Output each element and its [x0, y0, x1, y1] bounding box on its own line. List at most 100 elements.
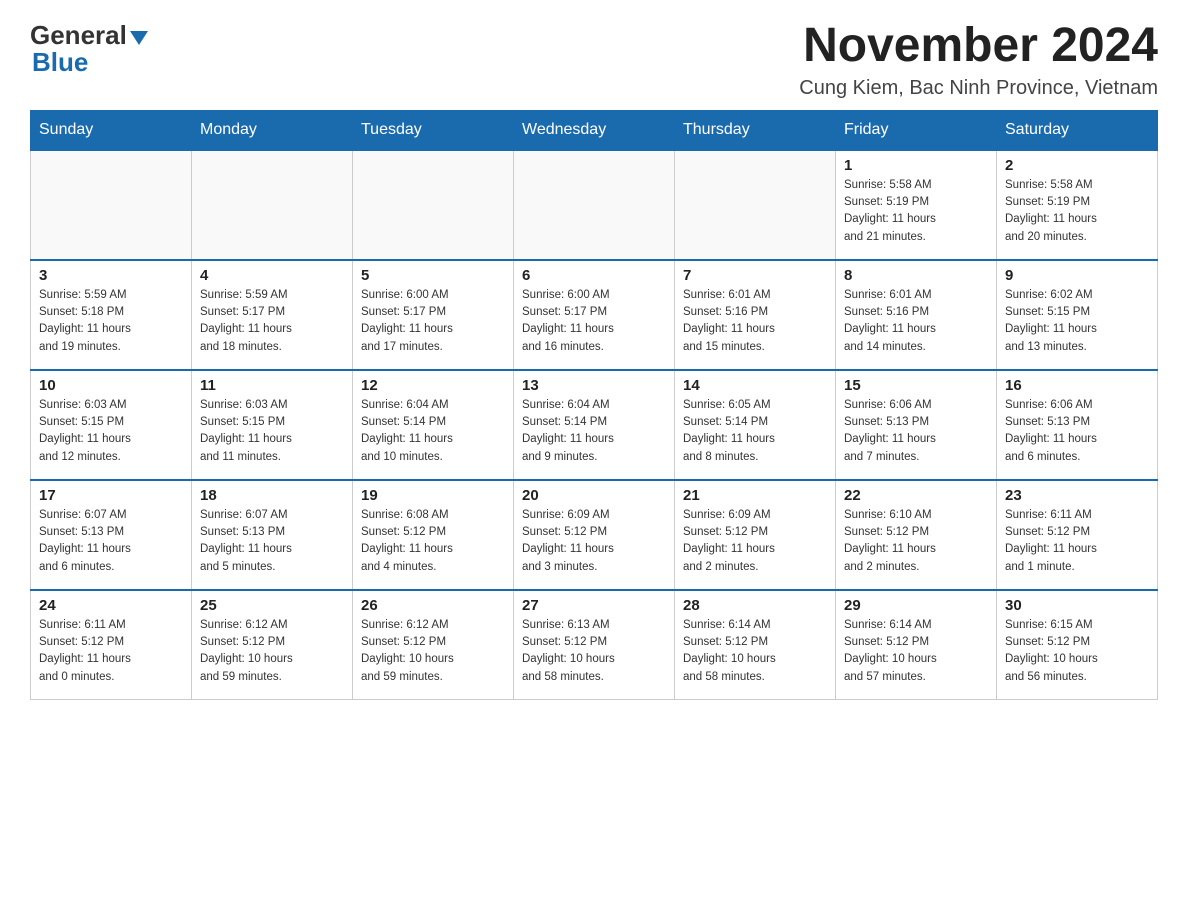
day-info: Sunrise: 6:09 AM Sunset: 5:12 PM Dayligh…	[522, 507, 666, 576]
calendar-cell: 2Sunrise: 5:58 AM Sunset: 5:19 PM Daylig…	[997, 150, 1158, 260]
day-number: 10	[39, 377, 183, 394]
calendar-day-header: Sunday	[31, 110, 192, 150]
calendar-cell	[675, 150, 836, 260]
day-number: 25	[200, 597, 344, 614]
calendar-week-row: 10 Sunrise: 6:03 AM Sunset: 5:15 PM Dayli…	[31, 370, 1158, 480]
calendar-cell	[514, 150, 675, 260]
calendar-cell	[192, 150, 353, 260]
day-number: 16	[1005, 377, 1149, 394]
calendar-cell: 6 Sunrise: 6:00 AM Sunset: 5:17 PM Daylig…	[514, 260, 675, 370]
day-info: Sunrise: 6:14 AM Sunset: 5:12 PM Dayligh…	[844, 617, 988, 686]
day-number: 19	[361, 487, 505, 504]
calendar-day-header: Wednesday	[514, 110, 675, 150]
day-info: Sunrise: 6:12 AM Sunset: 5:12 PM Dayligh…	[200, 617, 344, 686]
day-number: 27	[522, 597, 666, 614]
calendar-cell: 10 Sunrise: 6:03 AM Sunset: 5:15 PM Dayli…	[31, 370, 192, 480]
day-number: 14	[683, 377, 827, 394]
day-info: Sunrise: 6:12 AM Sunset: 5:12 PM Dayligh…	[361, 617, 505, 686]
day-info: Sunrise: 6:15 AM Sunset: 5:12 PM Dayligh…	[1005, 617, 1149, 686]
calendar-day-header: Tuesday	[353, 110, 514, 150]
calendar-subtitle: Cung Kiem, Bac Ninh Province, Vietnam	[799, 77, 1158, 100]
calendar-cell: 13Sunrise: 6:04 AM Sunset: 5:14 PM Dayli…	[514, 370, 675, 480]
day-number: 7	[683, 267, 827, 284]
day-info: Sunrise: 6:08 AM Sunset: 5:12 PM Dayligh…	[361, 507, 505, 576]
calendar-cell: 25 Sunrise: 6:12 AM Sunset: 5:12 PM Dayli…	[192, 590, 353, 700]
calendar-cell: 8 Sunrise: 6:01 AM Sunset: 5:16 PM Daylig…	[836, 260, 997, 370]
day-number: 3	[39, 267, 183, 284]
calendar-day-header: Thursday	[675, 110, 836, 150]
calendar-cell: 29 Sunrise: 6:14 AM Sunset: 5:12 PM Dayli…	[836, 590, 997, 700]
calendar-cell	[31, 150, 192, 260]
day-number: 1	[844, 157, 988, 174]
day-number: 17	[39, 487, 183, 504]
calendar-day-header: Monday	[192, 110, 353, 150]
day-info: Sunrise: 6:10 AM Sunset: 5:12 PM Dayligh…	[844, 507, 988, 576]
day-info: Sunrise: 6:04 AM Sunset: 5:14 PM Dayligh…	[361, 397, 505, 466]
calendar-week-row: 17 Sunrise: 6:07 AM Sunset: 5:13 PM Dayli…	[31, 480, 1158, 590]
day-number: 9	[1005, 267, 1149, 284]
day-number: 18	[200, 487, 344, 504]
day-info: Sunrise: 5:59 AM Sunset: 5:17 PM Dayligh…	[200, 287, 344, 356]
day-info: Sunrise: 6:11 AM Sunset: 5:12 PM Dayligh…	[1005, 507, 1149, 576]
day-info: Sunrise: 6:03 AM Sunset: 5:15 PM Dayligh…	[200, 397, 344, 466]
calendar-cell: 21 Sunrise: 6:09 AM Sunset: 5:12 PM Dayli…	[675, 480, 836, 590]
calendar-cell: 27 Sunrise: 6:13 AM Sunset: 5:12 PM Dayli…	[514, 590, 675, 700]
calendar-header-row: SundayMondayTuesdayWednesdayThursdayFrid…	[31, 110, 1158, 150]
calendar-cell: 3Sunrise: 5:59 AM Sunset: 5:18 PM Daylig…	[31, 260, 192, 370]
day-number: 29	[844, 597, 988, 614]
title-area: November 2024 Cung Kiem, Bac Ninh Provin…	[799, 20, 1158, 100]
day-info: Sunrise: 6:05 AM Sunset: 5:14 PM Dayligh…	[683, 397, 827, 466]
day-number: 22	[844, 487, 988, 504]
calendar-week-row: 1 Sunrise: 5:58 AM Sunset: 5:19 PM Daylig…	[31, 150, 1158, 260]
day-number: 5	[361, 267, 505, 284]
day-info: Sunrise: 6:13 AM Sunset: 5:12 PM Dayligh…	[522, 617, 666, 686]
calendar-cell: 5 Sunrise: 6:00 AM Sunset: 5:17 PM Daylig…	[353, 260, 514, 370]
day-info: Sunrise: 6:01 AM Sunset: 5:16 PM Dayligh…	[683, 287, 827, 356]
calendar-cell: 17Sunrise: 6:07 AM Sunset: 5:13 PM Dayli…	[31, 480, 192, 590]
calendar-cell: 30Sunrise: 6:15 AM Sunset: 5:12 PM Dayli…	[997, 590, 1158, 700]
day-info: Sunrise: 5:58 AM Sunset: 5:19 PM Dayligh…	[844, 177, 988, 246]
day-number: 28	[683, 597, 827, 614]
logo-blue-text: Blue	[32, 47, 88, 78]
calendar-cell: 4Sunrise: 5:59 AM Sunset: 5:17 PM Daylig…	[192, 260, 353, 370]
calendar-day-header: Friday	[836, 110, 997, 150]
page-header: General Blue November 2024 Cung Kiem, Ba…	[30, 20, 1158, 100]
calendar-cell: 1 Sunrise: 5:58 AM Sunset: 5:19 PM Daylig…	[836, 150, 997, 260]
calendar-cell: 28 Sunrise: 6:14 AM Sunset: 5:12 PM Dayli…	[675, 590, 836, 700]
calendar-cell: 9 Sunrise: 6:02 AM Sunset: 5:15 PM Daylig…	[997, 260, 1158, 370]
day-info: Sunrise: 6:02 AM Sunset: 5:15 PM Dayligh…	[1005, 287, 1149, 356]
day-info: Sunrise: 6:03 AM Sunset: 5:15 PM Dayligh…	[39, 397, 183, 466]
day-info: Sunrise: 6:11 AM Sunset: 5:12 PM Dayligh…	[39, 617, 183, 686]
day-info: Sunrise: 6:00 AM Sunset: 5:17 PM Dayligh…	[361, 287, 505, 356]
calendar-week-row: 3Sunrise: 5:59 AM Sunset: 5:18 PM Daylig…	[31, 260, 1158, 370]
calendar-cell: 18 Sunrise: 6:07 AM Sunset: 5:13 PM Dayli…	[192, 480, 353, 590]
day-info: Sunrise: 6:07 AM Sunset: 5:13 PM Dayligh…	[200, 507, 344, 576]
day-info: Sunrise: 6:00 AM Sunset: 5:17 PM Dayligh…	[522, 287, 666, 356]
calendar-cell: 16 Sunrise: 6:06 AM Sunset: 5:13 PM Dayli…	[997, 370, 1158, 480]
calendar-cell: 14 Sunrise: 6:05 AM Sunset: 5:14 PM Dayli…	[675, 370, 836, 480]
day-number: 26	[361, 597, 505, 614]
day-number: 2	[1005, 157, 1149, 174]
calendar-cell: 12 Sunrise: 6:04 AM Sunset: 5:14 PM Dayli…	[353, 370, 514, 480]
calendar-day-header: Saturday	[997, 110, 1158, 150]
day-number: 12	[361, 377, 505, 394]
day-info: Sunrise: 6:01 AM Sunset: 5:16 PM Dayligh…	[844, 287, 988, 356]
day-number: 8	[844, 267, 988, 284]
calendar-cell: 19 Sunrise: 6:08 AM Sunset: 5:12 PM Dayli…	[353, 480, 514, 590]
calendar-table: SundayMondayTuesdayWednesdayThursdayFrid…	[30, 110, 1158, 701]
day-number: 15	[844, 377, 988, 394]
logo: General Blue	[30, 20, 148, 78]
day-number: 6	[522, 267, 666, 284]
day-info: Sunrise: 6:09 AM Sunset: 5:12 PM Dayligh…	[683, 507, 827, 576]
day-number: 21	[683, 487, 827, 504]
day-info: Sunrise: 6:06 AM Sunset: 5:13 PM Dayligh…	[1005, 397, 1149, 466]
day-number: 13	[522, 377, 666, 394]
day-info: Sunrise: 6:14 AM Sunset: 5:12 PM Dayligh…	[683, 617, 827, 686]
calendar-cell: 22 Sunrise: 6:10 AM Sunset: 5:12 PM Dayli…	[836, 480, 997, 590]
calendar-cell: 11 Sunrise: 6:03 AM Sunset: 5:15 PM Dayli…	[192, 370, 353, 480]
calendar-cell: 15Sunrise: 6:06 AM Sunset: 5:13 PM Dayli…	[836, 370, 997, 480]
calendar-cell: 26 Sunrise: 6:12 AM Sunset: 5:12 PM Dayli…	[353, 590, 514, 700]
calendar-cell: 20Sunrise: 6:09 AM Sunset: 5:12 PM Dayli…	[514, 480, 675, 590]
day-number: 11	[200, 377, 344, 394]
calendar-cell	[353, 150, 514, 260]
